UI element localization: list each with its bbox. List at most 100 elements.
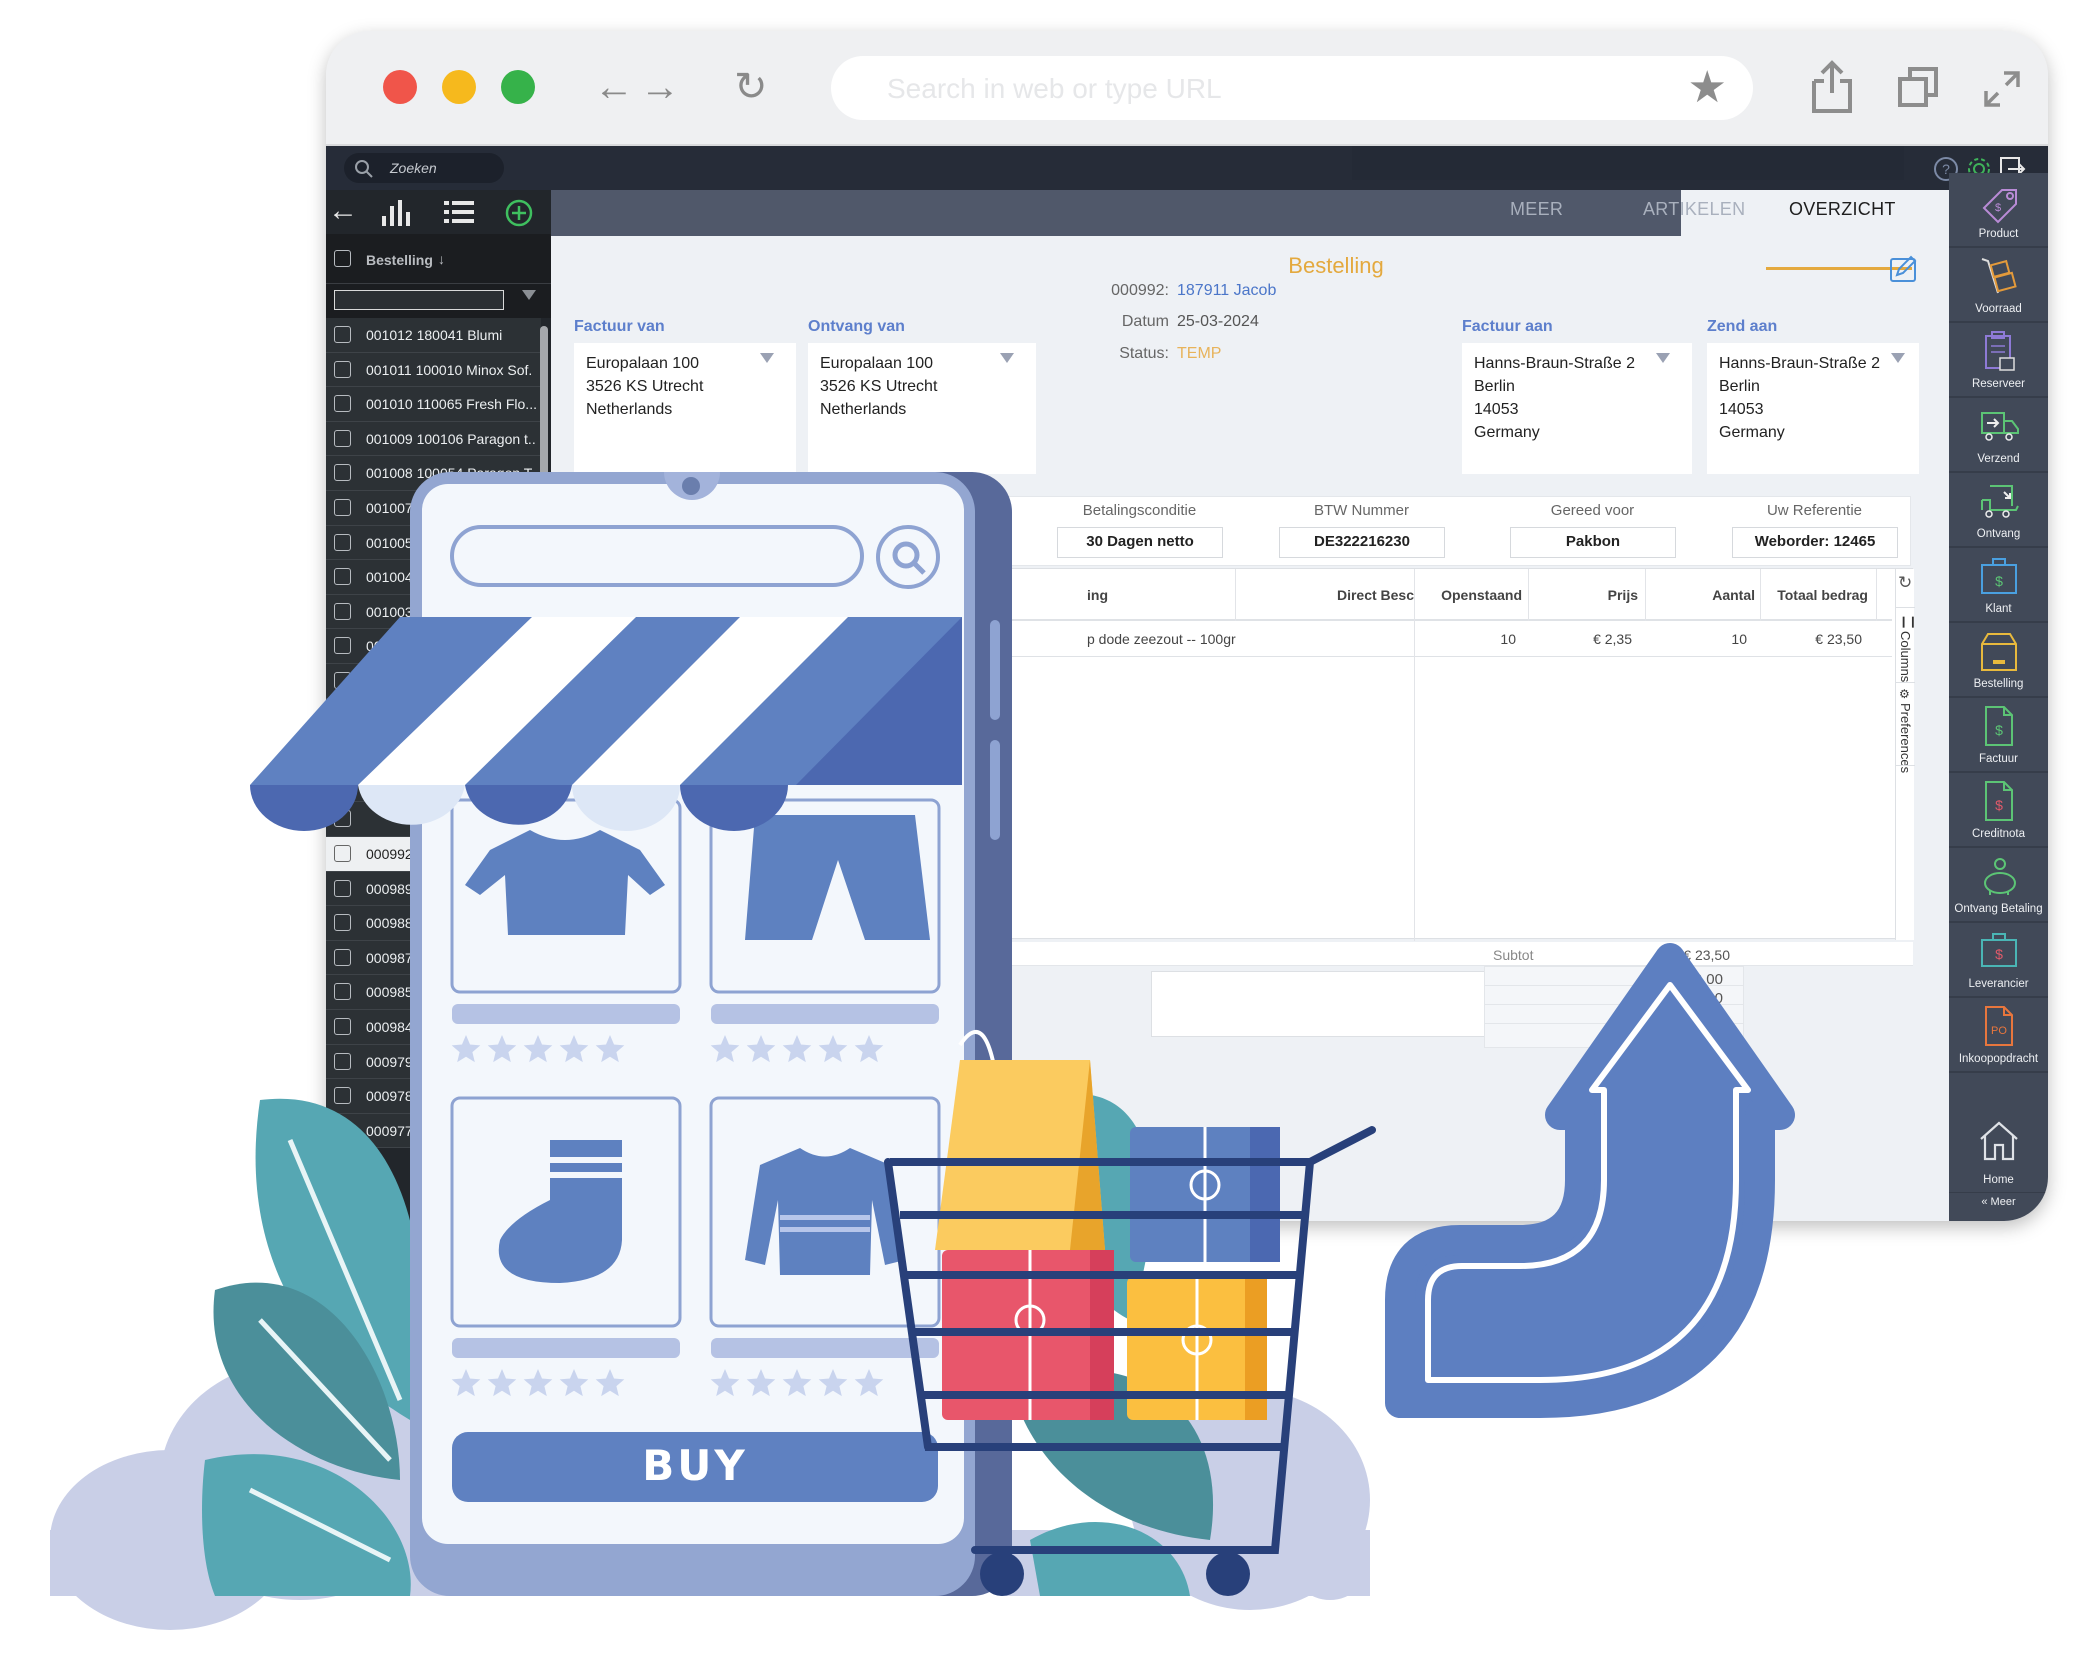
- order-list-item[interactable]: 001007: [326, 491, 541, 526]
- column-divider[interactable]: [1876, 569, 1877, 621]
- row-checkbox[interactable]: [334, 1052, 351, 1070]
- module-bestelling[interactable]: Bestelling: [1949, 623, 2048, 698]
- cell-description[interactable]: p dode zeezout -- 100gr: [1087, 631, 1236, 647]
- gereed-voor-field[interactable]: Pakbon: [1510, 527, 1676, 558]
- row-checkbox[interactable]: [334, 568, 351, 586]
- row-checkbox[interactable]: [334, 395, 351, 413]
- btw-nummer-field[interactable]: DE322216230: [1279, 527, 1445, 558]
- module-ontvang-betaling[interactable]: Ontvang Betaling: [1949, 848, 2048, 923]
- share-icon[interactable]: [1810, 59, 1854, 115]
- add-circle-icon[interactable]: [504, 198, 534, 228]
- order-list-item[interactable]: 000988: [326, 906, 541, 941]
- row-checkbox[interactable]: [334, 845, 351, 862]
- edit-icon[interactable]: [1889, 254, 1919, 284]
- tabs-icon[interactable]: [1896, 65, 1940, 109]
- back-arrow-icon[interactable]: ←: [328, 194, 358, 228]
- sort-arrow-icon[interactable]: ↓: [438, 251, 445, 267]
- row-checkbox[interactable]: [334, 1121, 351, 1139]
- column-divider[interactable]: [1235, 569, 1236, 621]
- cell-aantal[interactable]: 10: [1645, 631, 1747, 647]
- url-bar[interactable]: Search in web or type URL ★: [831, 56, 1753, 120]
- order-list-item[interactable]: 001012 180041 Blumi: [326, 318, 541, 353]
- chart-icon[interactable]: [380, 200, 410, 226]
- row-checkbox[interactable]: [334, 326, 351, 343]
- order-list-item[interactable]: [326, 767, 541, 803]
- tab-artikelen[interactable]: ARTIKELEN: [1643, 199, 1745, 220]
- order-list-item[interactable]: 000989: [326, 871, 541, 907]
- order-list-scrollbar[interactable]: [540, 326, 548, 1186]
- order-list-item[interactable]: 001005: [326, 525, 541, 561]
- row-checkbox[interactable]: [334, 948, 351, 966]
- filter-input[interactable]: [334, 290, 504, 310]
- columns-tab[interactable]: Columns: [1898, 631, 1913, 682]
- order-list-item[interactable]: 001011 100010 Minox Sof.: [326, 352, 541, 388]
- order-list-item[interactable]: 001003: [326, 594, 541, 630]
- chevron-down-icon[interactable]: [1000, 353, 1014, 363]
- factuur-aan-address[interactable]: Hanns-Braun-Straße 2 Berlin 14053 German…: [1462, 343, 1692, 474]
- order-list-item[interactable]: 001009 100106 Paragon t..: [326, 421, 541, 457]
- row-checkbox[interactable]: [334, 602, 351, 620]
- order-list-item[interactable]: [326, 802, 541, 837]
- column-header-openstaand[interactable]: Openstaand: [1414, 587, 1522, 603]
- order-list-item[interactable]: 000992: [326, 837, 541, 872]
- module-factuur[interactable]: $ Factuur: [1949, 698, 2048, 773]
- column-header-totaal-bedrag[interactable]: Totaal bedrag: [1760, 587, 1868, 603]
- more-modules-link[interactable]: « Meer: [1949, 1196, 2048, 1208]
- minimize-window-button[interactable]: [442, 70, 476, 104]
- order-list-item[interactable]: 000978: [326, 1079, 541, 1114]
- module-product[interactable]: $ Product: [1949, 173, 2048, 248]
- order-list-item[interactable]: 000987: [326, 940, 541, 976]
- zend-aan-address[interactable]: Hanns-Braun-Straße 2 Berlin 14053 German…: [1707, 343, 1919, 474]
- chevron-down-icon[interactable]: [1656, 353, 1670, 363]
- module-voorraad[interactable]: Voorraad: [1949, 248, 2048, 323]
- module-creditnota[interactable]: $ Creditnota: [1949, 773, 2048, 848]
- module-reserveer[interactable]: Reserveer: [1949, 323, 2048, 398]
- star-icon[interactable]: ★: [1688, 66, 1727, 110]
- row-checkbox[interactable]: [334, 499, 351, 516]
- print-button[interactable]: Printen: [1637, 1044, 1725, 1065]
- order-list-item[interactable]: 001010 110065 Fresh Flo...: [326, 387, 541, 422]
- row-checkbox[interactable]: [334, 429, 351, 447]
- column-header-aantal[interactable]: Aantal: [1645, 587, 1755, 603]
- row-checkbox[interactable]: [334, 1018, 351, 1035]
- preferences-tab[interactable]: Preferences: [1898, 703, 1913, 773]
- cell-totaal[interactable]: € 23,50: [1760, 631, 1862, 647]
- notes-field[interactable]: [1151, 971, 1506, 1037]
- order-list-item[interactable]: [326, 733, 541, 768]
- order-list-item[interactable]: 001004: [326, 560, 541, 595]
- row-checkbox[interactable]: [334, 879, 351, 897]
- module-home[interactable]: Home: [1949, 1113, 2048, 1193]
- row-checkbox[interactable]: [334, 914, 351, 932]
- chevron-down-icon[interactable]: [1891, 353, 1905, 363]
- order-list-item[interactable]: [326, 664, 541, 699]
- order-list-item[interactable]: [326, 698, 541, 734]
- column-header-omschrijving[interactable]: ing: [1087, 587, 1108, 603]
- row-checkbox[interactable]: [334, 741, 351, 759]
- row-checkbox[interactable]: [334, 464, 351, 482]
- betalingsconditie-field[interactable]: 30 Dagen netto: [1057, 527, 1223, 558]
- fullscreen-icon[interactable]: [1982, 69, 2022, 109]
- print-options-button[interactable]: [1726, 1044, 1744, 1065]
- order-list-item[interactable]: 000979: [326, 1044, 541, 1080]
- row-checkbox[interactable]: [334, 637, 351, 655]
- search-input[interactable]: Zoeken: [344, 153, 504, 183]
- order-list-item[interactable]: 000985: [326, 975, 541, 1010]
- tab-overzicht[interactable]: OVERZICHT: [1789, 199, 1896, 220]
- list-icon[interactable]: [444, 200, 474, 224]
- row-checkbox[interactable]: [334, 810, 351, 828]
- reload-icon[interactable]: ↻: [734, 67, 768, 107]
- row-checkbox[interactable]: [334, 706, 351, 724]
- module-inkoopopdracht[interactable]: PO Inkoopopdracht: [1949, 998, 2048, 1073]
- module-verzend[interactable]: Verzend: [1949, 398, 2048, 473]
- column-header-direct-besc[interactable]: Direct Besc: [1242, 587, 1414, 603]
- refresh-icon[interactable]: ↻: [1898, 573, 1912, 593]
- chevron-down-icon[interactable]: [760, 353, 774, 363]
- back-arrow-icon[interactable]: ←: [594, 67, 634, 107]
- order-list-item[interactable]: 0010: [326, 629, 541, 664]
- column-header-bestelling[interactable]: Bestelling: [366, 252, 433, 268]
- ontvang-van-address[interactable]: Europalaan 100 3526 KS Utrecht Netherlan…: [808, 343, 1036, 474]
- uw-referentie-field[interactable]: Weborder: 12465: [1732, 527, 1898, 558]
- module-leverancier[interactable]: $ Leverancier: [1949, 923, 2048, 998]
- forward-arrow-icon[interactable]: →: [640, 67, 680, 107]
- maximize-window-button[interactable]: [501, 70, 535, 104]
